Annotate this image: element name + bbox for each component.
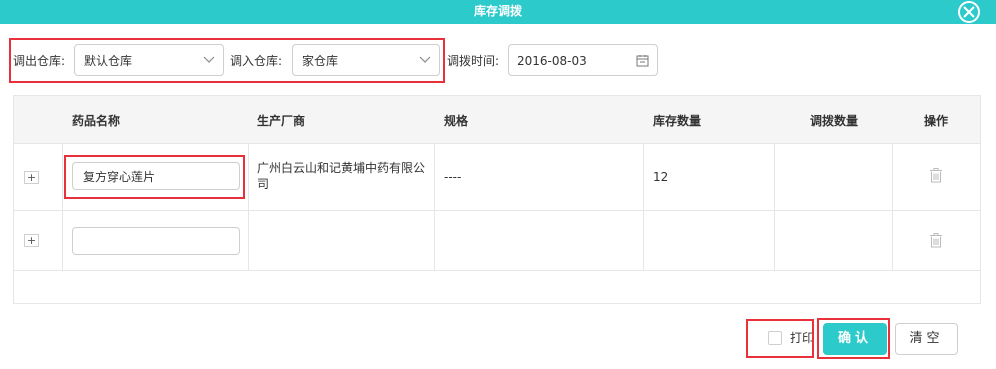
col-manufacturer: 生产厂商 (257, 114, 306, 128)
print-checkbox[interactable] (768, 331, 782, 345)
trash-icon[interactable] (930, 168, 942, 183)
close-icon (963, 6, 975, 18)
in-warehouse-label: 调入仓库: (230, 54, 283, 68)
out-warehouse-label: 调出仓库: (13, 54, 66, 68)
confirm-button[interactable]: 确认 (823, 323, 887, 355)
dialog-title-bar: 库存调拨 (0, 0, 996, 24)
expand-row-button[interactable]: + (24, 234, 39, 247)
trash-icon[interactable] (930, 233, 942, 248)
chevron-down-icon (419, 56, 431, 63)
col-actions: 操作 (924, 114, 949, 128)
stock-qty-cell: 12 (653, 170, 669, 184)
transfer-date-field[interactable]: 2016-08-03 (508, 44, 658, 76)
table-row: + 复方穿心莲片 广州白云山和记黄埔中药有限公司 ---- 12 (14, 144, 980, 211)
out-warehouse-select[interactable]: 默认仓库 (74, 44, 224, 76)
transfer-date-label: 调拨时间: (447, 54, 500, 68)
close-button[interactable] (958, 1, 980, 23)
col-stock-qty: 库存数量 (653, 114, 702, 128)
transfer-date-value: 2016-08-03 (517, 54, 587, 68)
out-warehouse-value: 默认仓库 (84, 54, 133, 68)
drug-name-input[interactable]: 复方穿心莲片 (72, 162, 240, 190)
chevron-down-icon (203, 56, 215, 63)
col-transfer-qty: 调拨数量 (810, 114, 859, 128)
transfer-table: 药品名称 生产厂商 规格 库存数量 调拨数量 操作 + 复方穿心莲片 广州白云山… (13, 95, 981, 304)
col-drug-name: 药品名称 (72, 114, 121, 128)
spec-cell: ---- (444, 170, 462, 184)
col-spec: 规格 (444, 114, 469, 128)
calendar-icon (636, 55, 649, 67)
drug-name-input[interactable] (72, 227, 240, 255)
print-label: 打印 (790, 331, 815, 345)
clear-button[interactable]: 清空 (895, 323, 958, 355)
expand-row-button[interactable]: + (24, 171, 39, 184)
plus-icon: + (26, 171, 37, 184)
in-warehouse-select[interactable]: 家仓库 (292, 44, 440, 76)
drug-name-value: 复方穿心莲片 (83, 170, 156, 184)
dialog-title: 库存调拨 (473, 4, 522, 18)
table-row: + (14, 211, 980, 271)
in-warehouse-value: 家仓库 (302, 54, 339, 68)
table-header: 药品名称 生产厂商 规格 库存数量 调拨数量 操作 (14, 96, 980, 144)
plus-icon: + (26, 234, 37, 247)
manufacturer-cell: 广州白云山和记黄埔中药有限公司 (257, 161, 426, 191)
